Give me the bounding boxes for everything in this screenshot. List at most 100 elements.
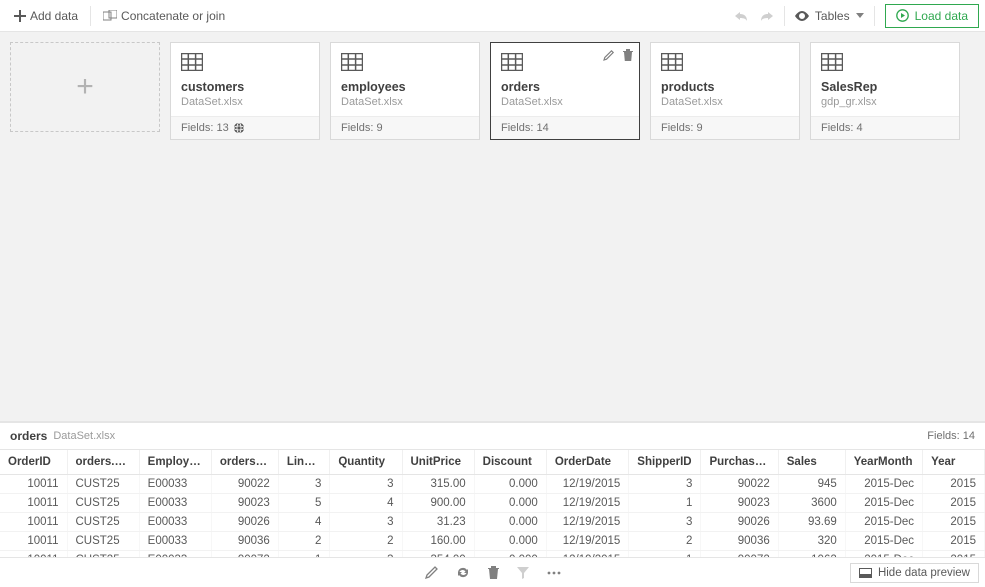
cell: 4 xyxy=(330,494,402,513)
cell: 2015 xyxy=(923,532,985,551)
card-footer: Fields: 4 xyxy=(811,116,959,139)
top-toolbar: Add data Concatenate or join Tables Load… xyxy=(0,0,985,32)
column-header[interactable]: PurchasedP… xyxy=(701,450,778,475)
cell: 2015-Dec xyxy=(845,475,922,494)
table-card-products[interactable]: productsDataSet.xlsxFields: 9 xyxy=(650,42,800,140)
chevron-down-icon xyxy=(856,13,864,18)
tables-label: Tables xyxy=(815,9,850,23)
card-source: DataSet.xlsx xyxy=(181,96,309,108)
cell: 2015 xyxy=(923,475,985,494)
add-data-button[interactable]: Add data xyxy=(6,5,86,27)
card-body: employees DataSet.xlsx xyxy=(331,43,479,116)
preview-header: orders DataSet.xlsx Fields: 14 xyxy=(0,422,985,449)
preview-title: orders xyxy=(10,429,47,443)
cell: 160.00 xyxy=(402,532,474,551)
table-row[interactable]: 10011CUST25E00033900264331.230.00012/19/… xyxy=(0,513,985,532)
column-header[interactable]: EmployeeKey xyxy=(139,450,211,475)
delete-icon[interactable] xyxy=(623,49,633,61)
table-icon xyxy=(501,53,523,71)
column-header[interactable]: orders.Cust… xyxy=(67,450,139,475)
cell: 1 xyxy=(629,494,701,513)
cell: 90022 xyxy=(211,475,278,494)
grid-header-row: OrderIDorders.Cust…EmployeeKeyorders.Pro… xyxy=(0,450,985,475)
card-body: SalesRepgdp_gr.xlsx xyxy=(811,43,959,116)
cell: CUST25 xyxy=(67,475,139,494)
card-title: employees xyxy=(341,80,469,94)
edit-icon[interactable] xyxy=(603,49,615,61)
card-source: DataSet.xlsx xyxy=(501,96,629,108)
table-card-orders[interactable]: ordersDataSet.xlsxFields: 14 xyxy=(490,42,640,140)
card-footer: Fields: 9 xyxy=(331,116,479,139)
column-header[interactable]: Year xyxy=(923,450,985,475)
column-header[interactable]: orders.Prod… xyxy=(211,450,278,475)
preview-field-count: Fields: 14 xyxy=(927,430,975,442)
undo-button[interactable] xyxy=(728,6,754,26)
table-row[interactable]: 10011CUST25E000339003622160.000.00012/19… xyxy=(0,532,985,551)
cell: 90023 xyxy=(701,494,778,513)
cell: 2 xyxy=(278,532,330,551)
column-header[interactable]: OrderID xyxy=(0,450,67,475)
cell: 90022 xyxy=(701,475,778,494)
more-icon[interactable] xyxy=(547,571,561,575)
redo-button[interactable] xyxy=(754,6,780,26)
cell: 5 xyxy=(278,494,330,513)
table-card-employees[interactable]: employees DataSet.xlsx Fields: 9 xyxy=(330,42,480,140)
table-card-customers[interactable]: customersDataSet.xlsxFields: 13 xyxy=(170,42,320,140)
separator xyxy=(90,6,91,26)
cell: CUST25 xyxy=(67,532,139,551)
cell: 0.000 xyxy=(474,475,546,494)
concatenate-button[interactable]: Concatenate or join xyxy=(95,5,233,27)
cell: 93.69 xyxy=(778,513,845,532)
column-header[interactable]: Sales xyxy=(778,450,845,475)
cell: 0.000 xyxy=(474,494,546,513)
cell: 2015-Dec xyxy=(845,513,922,532)
filter-icon[interactable] xyxy=(517,567,529,579)
card-source: DataSet.xlsx xyxy=(341,96,469,108)
globe-icon xyxy=(233,122,245,134)
cell: 12/19/2015 xyxy=(546,494,628,513)
hide-preview-button[interactable]: Hide data preview xyxy=(850,563,979,583)
cell: 2015 xyxy=(923,513,985,532)
edit-icon[interactable] xyxy=(425,566,438,579)
cell: 3600 xyxy=(778,494,845,513)
card-body: productsDataSet.xlsx xyxy=(651,43,799,116)
column-header[interactable]: YearMonth xyxy=(845,450,922,475)
cell: E00033 xyxy=(139,513,211,532)
column-header[interactable]: Discount xyxy=(474,450,546,475)
table-row[interactable]: 10011CUST25E000339002233315.000.00012/19… xyxy=(0,475,985,494)
card-source: gdp_gr.xlsx xyxy=(821,96,949,108)
tables-dropdown[interactable]: Tables xyxy=(789,5,870,27)
cell: 900.00 xyxy=(402,494,474,513)
hide-preview-label: Hide data preview xyxy=(878,567,970,579)
cell: 2015 xyxy=(923,494,985,513)
preview-source: DataSet.xlsx xyxy=(53,430,115,442)
delete-icon[interactable] xyxy=(488,566,499,579)
column-header[interactable]: LineNo xyxy=(278,450,330,475)
card-body: customersDataSet.xlsx xyxy=(171,43,319,116)
cell: 90036 xyxy=(701,532,778,551)
refresh-icon[interactable] xyxy=(456,566,470,579)
data-canvas: + customersDataSet.xlsxFields: 13employe… xyxy=(0,32,985,422)
table-icon xyxy=(821,53,843,71)
table-row[interactable]: 10011CUST25E000339002354900.000.00012/19… xyxy=(0,494,985,513)
column-header[interactable]: OrderDate xyxy=(546,450,628,475)
cell: 10011 xyxy=(0,475,67,494)
add-table-dropzone[interactable]: + xyxy=(10,42,160,132)
cell: 320 xyxy=(778,532,845,551)
play-circle-icon xyxy=(896,9,909,22)
cell: 2015-Dec xyxy=(845,494,922,513)
plus-icon xyxy=(14,10,26,22)
card-title: products xyxy=(661,80,789,94)
table-card-SalesRep[interactable]: SalesRepgdp_gr.xlsxFields: 4 xyxy=(810,42,960,140)
preview-grid: OrderIDorders.Cust…EmployeeKeyorders.Pro… xyxy=(0,450,985,557)
column-header[interactable]: UnitPrice xyxy=(402,450,474,475)
cell: 3 xyxy=(330,475,402,494)
card-field-count: Fields: 9 xyxy=(341,122,383,134)
cell: 90023 xyxy=(211,494,278,513)
cell: CUST25 xyxy=(67,513,139,532)
join-icon xyxy=(103,10,117,22)
preview-grid-wrapper[interactable]: OrderIDorders.Cust…EmployeeKeyorders.Pro… xyxy=(0,449,985,557)
column-header[interactable]: Quantity xyxy=(330,450,402,475)
load-data-button[interactable]: Load data xyxy=(885,4,979,28)
column-header[interactable]: ShipperID xyxy=(629,450,701,475)
